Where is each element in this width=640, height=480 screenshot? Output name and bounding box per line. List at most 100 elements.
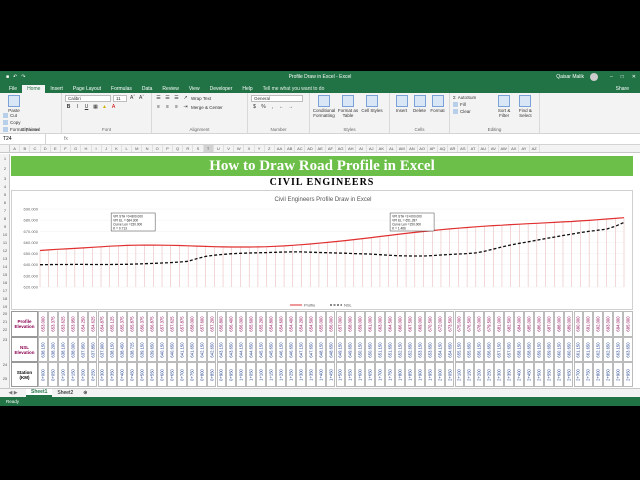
column-header[interactable]: A [10,145,21,152]
column-header[interactable]: AJ [367,145,377,152]
nsl-cell[interactable]: 638.725 [127,337,138,362]
column-header[interactable]: D [41,145,51,152]
profile-cell[interactable]: 653.000 [38,311,48,337]
nsl-cell[interactable]: 645.650 [266,337,276,362]
font-color-icon[interactable]: A [110,104,117,111]
column-header[interactable]: AY [519,145,530,152]
profile-cell[interactable]: 679.500 [484,311,495,337]
column-header[interactable]: AD [305,145,316,152]
station-cell[interactable]: 0+350 [107,362,118,387]
column-header[interactable]: Z [265,145,275,152]
station-cell[interactable]: 0+600 [157,362,167,387]
profile-cell[interactable]: 656.800 [216,311,227,337]
profile-cell[interactable]: 657.000 [335,311,346,337]
align-right-icon[interactable]: ≡ [173,104,180,111]
row-header[interactable]: 11 [0,240,10,245]
station-cell[interactable]: 1+150 [266,362,276,387]
nsl-cell[interactable]: 648.150 [315,337,326,362]
sort-filter-button[interactable]: Sort & Filter [494,95,515,131]
nsl-cell[interactable]: 639.150 [137,337,148,362]
station-cell[interactable]: 0+750 [186,362,197,387]
profile-cell[interactable]: 684.000 [514,311,524,337]
row-header[interactable]: 9 [0,224,10,229]
station-cell[interactable]: 2+000 [434,362,445,387]
station-cell[interactable]: 0+900 [216,362,227,387]
profile-cell[interactable]: 676.500 [464,311,475,337]
row-header[interactable]: 2 [0,166,10,171]
sheet-nav-arrows[interactable]: ◀ ▶ [0,390,26,396]
profile-cell[interactable]: 657.375 [157,311,167,337]
cut-button[interactable]: Cut [3,113,40,118]
nsl-cell[interactable]: 638.150 [107,337,118,362]
station-cell[interactable]: 1+350 [305,362,316,387]
profile-cell[interactable]: 655.000 [315,311,326,337]
column-header[interactable]: AT [468,145,479,152]
station-cell[interactable]: 0+450 [127,362,138,387]
station-cell[interactable]: 0+250 [87,362,98,387]
nsl-cell[interactable]: 654.150 [434,337,445,362]
profile-cell[interactable]: 657.600 [196,311,207,337]
station-cell[interactable]: 2+150 [464,362,475,387]
station-cell[interactable]: 0+400 [117,362,128,387]
column-header[interactable]: AF [326,145,336,152]
nsl-cell[interactable]: 656.650 [484,337,495,362]
row-header[interactable]: 1 [0,156,10,161]
row-header[interactable]: 14 [0,264,10,269]
grow-font-icon[interactable]: Aˆ [129,95,136,102]
column-header[interactable]: AX [509,145,520,152]
sheet-tab-1[interactable]: Sheet1 [26,389,53,397]
align-center-icon[interactable]: ≡ [164,104,171,111]
indent-icon[interactable]: ⇥ [182,104,189,111]
row-header[interactable]: 3 [0,176,10,181]
profile-cell[interactable]: 654.875 [97,311,108,337]
percent-icon[interactable]: % [260,104,267,111]
station-cell[interactable]: 2+050 [444,362,455,387]
nsl-cell[interactable]: 653.650 [424,337,435,362]
fill-color-icon[interactable]: ▲ [101,104,108,111]
column-header[interactable]: O [153,145,163,152]
profile-cell[interactable]: 675.000 [454,311,465,337]
profile-cell[interactable]: 688.000 [553,311,564,337]
shrink-font-icon[interactable]: Aˇ [138,95,145,102]
row-header[interactable]: 23 [0,337,10,342]
column-header[interactable]: AL [387,145,398,152]
tab-file[interactable]: File [4,85,22,93]
column-header[interactable]: V [224,145,235,152]
nsl-cell[interactable]: 645.150 [256,337,267,362]
row-header[interactable]: 22 [0,327,10,332]
format-cells-button[interactable]: Format [429,95,446,131]
column-header[interactable]: W [234,145,245,152]
station-cell[interactable]: 0+150 [67,362,78,387]
column-header[interactable]: I [92,145,102,152]
column-header[interactable]: L [122,145,133,152]
fill-button[interactable]: Fill [453,102,494,107]
profile-cell[interactable]: 664.500 [385,311,395,337]
tab-page-layout[interactable]: Page Layout [68,85,106,93]
profile-cell[interactable]: 673.500 [444,311,455,337]
profile-cell[interactable]: 690.000 [573,311,584,337]
station-cell[interactable]: 1+550 [345,362,356,387]
column-header[interactable]: F [61,145,72,152]
row-header[interactable]: 12 [0,248,10,253]
station-cell[interactable]: 1+800 [395,362,405,387]
nsl-cell[interactable]: 646.650 [285,337,296,362]
row-header[interactable]: 8 [0,216,10,221]
column-header[interactable]: U [214,145,224,152]
nsl-cell[interactable]: 639.650 [147,337,157,362]
profile-cell[interactable]: 694.000 [613,311,624,337]
station-cell[interactable]: 1+600 [355,362,366,387]
nsl-cell[interactable]: 649.650 [345,337,356,362]
profile-cell[interactable]: 695.000 [623,311,633,337]
station-cell[interactable]: 2+650 [563,362,574,387]
profile-cell[interactable]: 691.000 [583,311,594,337]
column-header[interactable]: Q [173,145,184,152]
column-header[interactable]: AZ [530,145,540,152]
profile-cell[interactable]: 657.200 [206,311,217,337]
currency-icon[interactable]: $ [251,104,258,111]
station-cell[interactable]: 2+800 [593,362,604,387]
row-header[interactable]: 21 [0,319,10,324]
nsl-cell[interactable]: 652.150 [395,337,405,362]
profile-cell[interactable]: 669.000 [414,311,425,337]
nsl-cell[interactable]: 643.650 [226,337,237,362]
column-header[interactable]: H [81,145,92,152]
